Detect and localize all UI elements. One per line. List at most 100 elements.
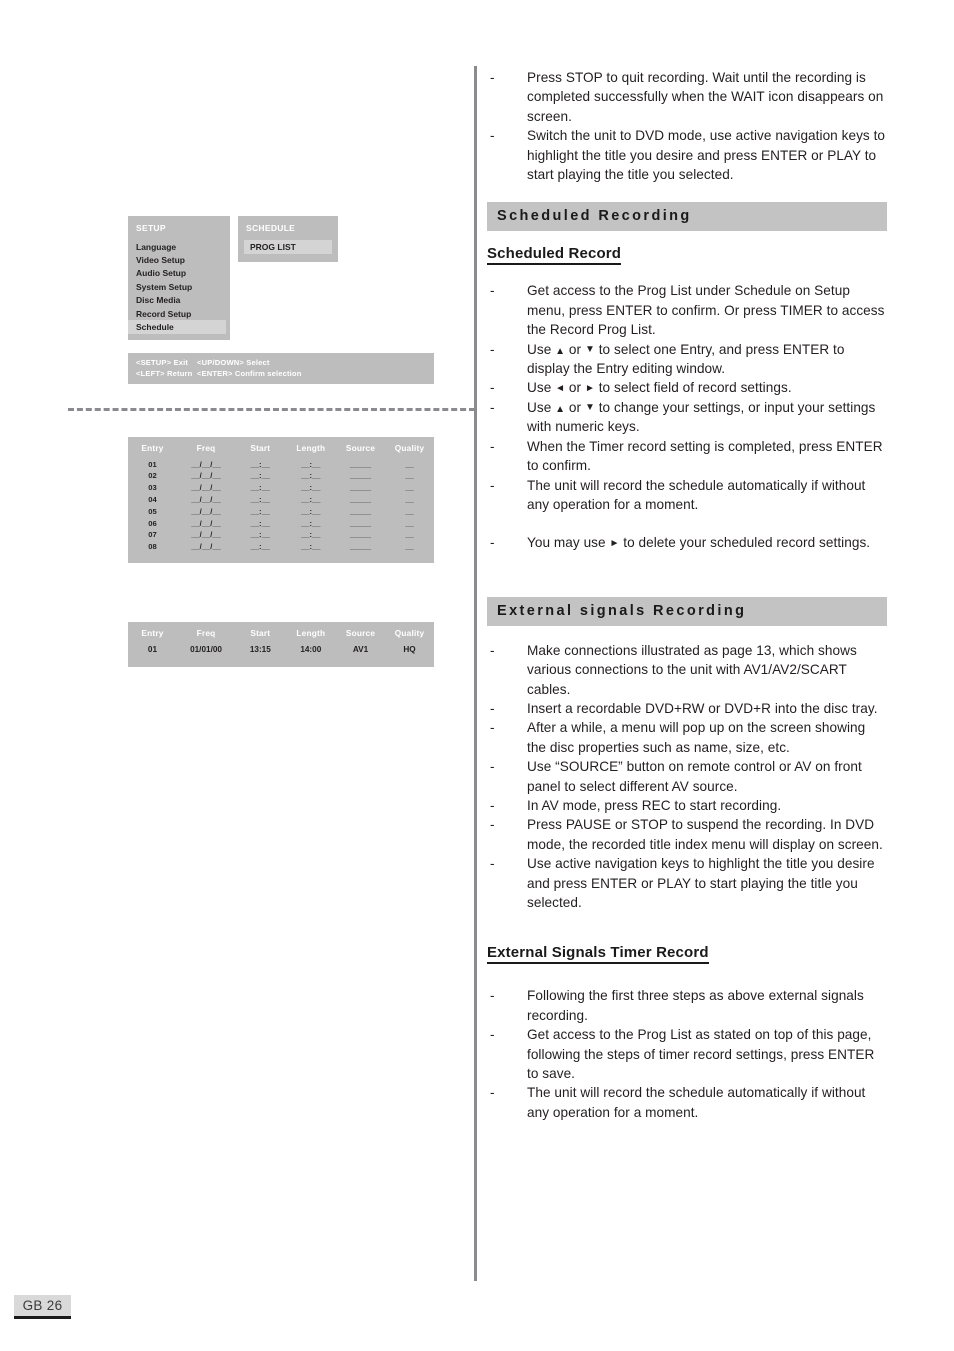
osd-menu-item-record-setup[interactable]: Record Setup: [128, 307, 230, 320]
column-header-source: Source: [345, 443, 376, 453]
section-header-external-signals-recording: External signals Recording: [487, 596, 887, 626]
osd-menu-item-system-setup[interactable]: System Setup: [128, 280, 230, 293]
bullet-item: The unit will record the schedule automa…: [487, 476, 887, 515]
bullet-item: Get access to the Prog List as stated on…: [487, 1025, 887, 1083]
column-header-freq: Freq: [196, 628, 216, 638]
bullet-item: Press PAUSE or STOP to suspend the recor…: [487, 815, 887, 854]
table-cell: __: [405, 530, 414, 540]
table-cell: __/__/__: [191, 530, 221, 540]
bullet-item: After a while, a menu will pop up on the…: [487, 718, 887, 757]
table-cell: __:__: [301, 471, 321, 481]
table-cell: __:__: [301, 459, 321, 469]
table-row[interactable]: 01 01/01/00 13:15 14:00 AV1 HQ: [128, 644, 434, 658]
table-row[interactable]: 01 __/__/__ __:__ __:__ _____ __: [128, 459, 434, 471]
column-header-length: Length: [296, 628, 326, 638]
osd-setup-panel: SETUP Language Video Setup Audio Setup Syst…: [128, 216, 230, 340]
table-cell: __/__/__: [191, 471, 221, 481]
arrow-right-icon: ►: [584, 383, 595, 395]
table-cell: __: [405, 494, 414, 504]
column-header-entry: Entry: [141, 443, 164, 453]
scheduled-recording-delete-bullet-list: You may use ► to delete your scheduled r…: [487, 533, 887, 553]
osd-menu-item-video-setup[interactable]: Video Setup: [128, 253, 230, 266]
osd-setup-menu-list: Language Video Setup Audio Setup System Set…: [128, 240, 230, 334]
table-cell: __:__: [250, 530, 271, 540]
table-cell: 13:15: [249, 645, 271, 654]
external-signals-bullet-list: Make connections illustrated as page 13,…: [487, 641, 887, 913]
osd-menu-item-schedule[interactable]: Schedule: [128, 320, 226, 334]
scheduled-recording-bullet-list: Get access to the Prog List under Schedu…: [487, 281, 887, 514]
table-cell: __: [405, 471, 414, 481]
prog-list-empty: Entry Freq Start Length Source Quality 01 __/_…: [128, 442, 434, 553]
osd-menu-item-language[interactable]: Language: [128, 240, 230, 253]
table-cell: __/__/__: [191, 506, 221, 516]
table-cell: __/__/__: [191, 542, 221, 552]
table-cell: 01/01/00: [190, 645, 222, 654]
osd-setup-title: SETUP: [136, 223, 166, 233]
arrow-up-icon: ▲: [555, 403, 566, 415]
table-cell: 08: [148, 542, 157, 552]
arrow-down-icon: ▼: [584, 343, 595, 355]
column-header-source: Source: [345, 628, 376, 638]
dashed-separator: [68, 408, 475, 411]
table-cell: _____: [349, 518, 372, 528]
table-row[interactable]: 07 __/__/__ __:__ __:__ _____ __: [128, 530, 434, 542]
table-row[interactable]: 08 __/__/__ __:__ __:__ _____ __: [128, 541, 434, 553]
table-cell: __: [405, 518, 414, 528]
bullet-item: Use active navigation keys to highlight …: [487, 854, 887, 912]
table-cell: AV1: [352, 645, 369, 654]
table-cell: __:__: [301, 494, 321, 504]
table-row[interactable]: 05 __/__/__ __:__ __:__ _____ __: [128, 506, 434, 518]
table-cell: HQ: [403, 645, 416, 654]
bullet-item: Press STOP to quit recording. Wait until…: [487, 68, 887, 126]
intro-bullet-list: Press STOP to quit recording. Wait until…: [487, 68, 887, 184]
sub-heading-external-signals-timer-record: External Signals Timer Record: [487, 944, 709, 965]
arrow-up-icon: ▲: [555, 345, 566, 357]
table-cell: __/__/__: [191, 518, 221, 528]
column-header-quality: Quality: [394, 443, 425, 453]
table-row[interactable]: 03 __/__/__ __:__ __:__ _____ __: [128, 483, 434, 495]
table-row[interactable]: 06 __/__/__ __:__ __:__ _____ __: [128, 518, 434, 530]
table-cell: _____: [349, 483, 372, 493]
arrow-down-icon: ▼: [584, 401, 595, 413]
table-cell: __:__: [301, 506, 321, 516]
page-number-footer: GB 26: [14, 1295, 71, 1319]
osd-menu-item-disc-media[interactable]: Disc Media: [128, 294, 230, 307]
column-header-quality: Quality: [394, 628, 425, 638]
table-cell: 06: [148, 518, 157, 528]
table-cell: 03: [148, 483, 157, 493]
table-row[interactable]: 04 __/__/__ __:__ __:__ _____ __: [128, 494, 434, 506]
table-cell: __: [405, 483, 414, 493]
table-cell: 01: [148, 459, 157, 469]
external-timer-bullet-list: Following the first three steps as above…: [487, 986, 887, 1122]
table-cell: __:__: [301, 530, 321, 540]
table-cell: __: [405, 542, 414, 552]
bullet-item: Get access to the Prog List under Schedu…: [487, 281, 887, 339]
table-cell: __:__: [250, 494, 271, 504]
table-cell: 01: [147, 645, 158, 654]
table-row[interactable]: 02 __/__/__ __:__ __:__ _____ __: [128, 471, 434, 483]
bullet-item: Use ◄ or ► to select field of record set…: [487, 378, 887, 398]
prog-list-empty-table: Entry Freq Start Length Source Quality 01 __/_…: [128, 437, 434, 564]
column-header-start: Start: [250, 443, 271, 453]
table-cell: _____: [349, 494, 372, 504]
table-cell: _____: [349, 471, 372, 481]
table-header-row: Entry Freq Start Length Source Quality: [128, 627, 434, 644]
osd-menu-item-prog-list[interactable]: PROG LIST: [244, 240, 332, 254]
table-cell: _____: [349, 530, 372, 540]
bullet-item: Switch the unit to DVD mode, use active …: [487, 126, 887, 184]
bullet-item: Use ▲ or ▼ to change your settings, or i…: [487, 398, 887, 437]
osd-schedule-panel: SCHEDULE PROG LIST: [238, 216, 338, 262]
table-cell: __:__: [250, 483, 271, 493]
table-cell: __:__: [301, 542, 321, 552]
table-cell: 07: [148, 530, 157, 540]
osd-menu-item-audio-setup[interactable]: Audio Setup: [128, 267, 230, 280]
column-header-entry: Entry: [141, 628, 164, 638]
table-cell: __:__: [250, 506, 271, 516]
table-cell: __: [405, 459, 414, 469]
table-cell: __/__/__: [191, 483, 221, 493]
column-header-start: Start: [250, 628, 271, 638]
osd-schedule-title: SCHEDULE: [246, 223, 296, 233]
column-header-freq: Freq: [196, 443, 216, 453]
bullet-item: The unit will record the schedule automa…: [487, 1083, 887, 1122]
bullet-item: Use ▲ or ▼ to select one Entry, and pres…: [487, 340, 887, 379]
